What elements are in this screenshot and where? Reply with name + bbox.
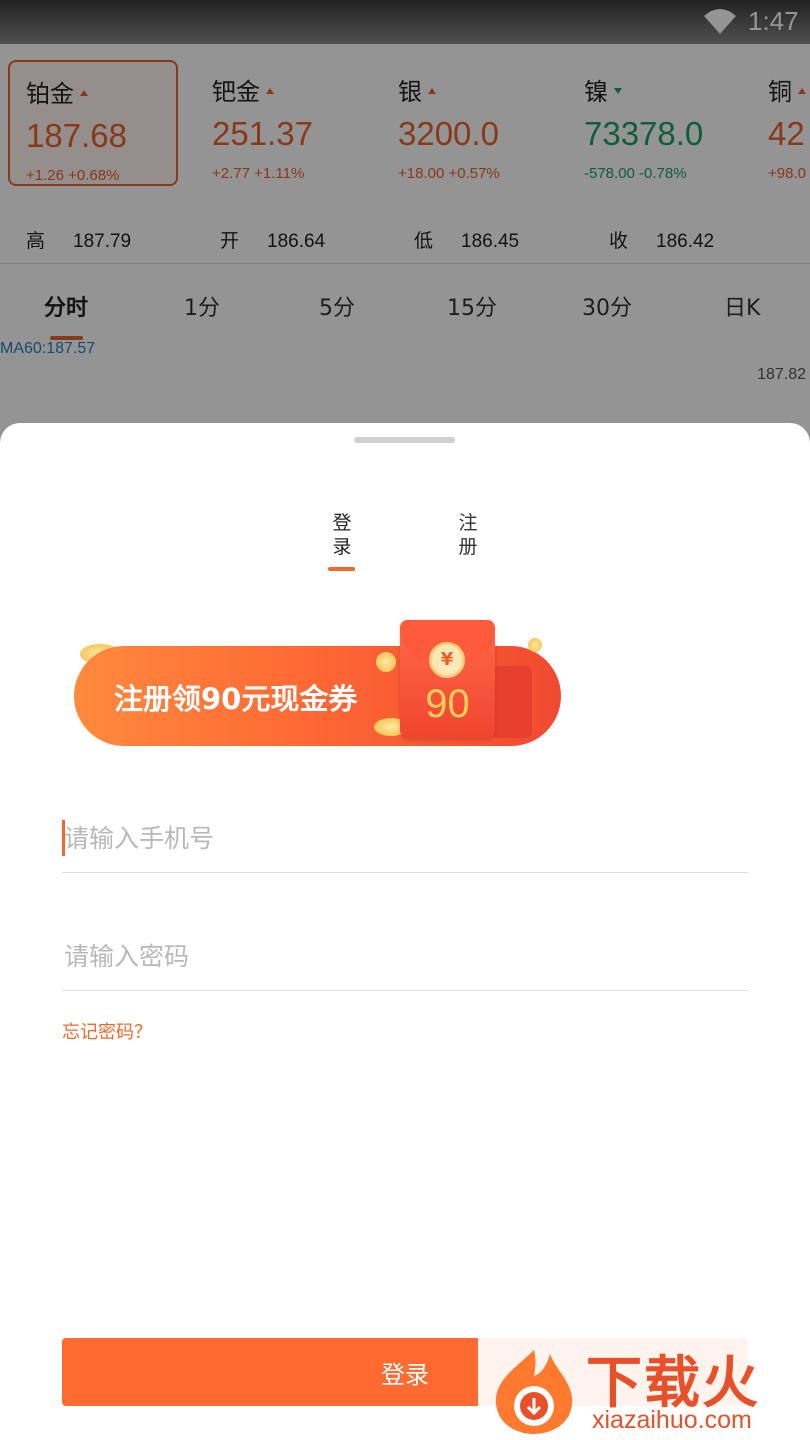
phone-input[interactable] <box>62 813 748 863</box>
password-field <box>62 921 748 991</box>
auth-tab-indicator <box>328 567 355 571</box>
coin-icon <box>528 638 542 652</box>
drag-handle[interactable] <box>354 437 455 443</box>
register-promo-banner[interactable]: 注册领90元现金券 ¥ 90 <box>70 618 570 758</box>
tab-register[interactable]: 注 册 <box>453 511 483 559</box>
red-envelope-back <box>490 666 532 738</box>
red-envelope-icon: ¥ 90 <box>400 620 495 738</box>
phone-field <box>62 803 748 873</box>
coin-icon <box>376 652 396 672</box>
flame-logo-icon <box>495 1350 573 1434</box>
password-input[interactable] <box>62 931 748 981</box>
promo-text: 注册领90元现金券 <box>114 682 358 716</box>
login-sheet: 登 录 注 册 注册领90元现金券 ¥ 90 忘记密码？ 登录 <box>0 423 810 1440</box>
forgot-password-link[interactable]: 忘记密码？ <box>62 1018 152 1044</box>
text-caret <box>62 820 65 856</box>
watermark-url: xiazaihuo.com <box>592 1406 752 1434</box>
promo-amount: 90 <box>425 682 470 726</box>
watermark: 下载火 xiazaihuo.com <box>478 1332 810 1440</box>
tab-login[interactable]: 登 录 <box>327 511 357 559</box>
yuan-coin-icon: ¥ <box>429 642 465 678</box>
